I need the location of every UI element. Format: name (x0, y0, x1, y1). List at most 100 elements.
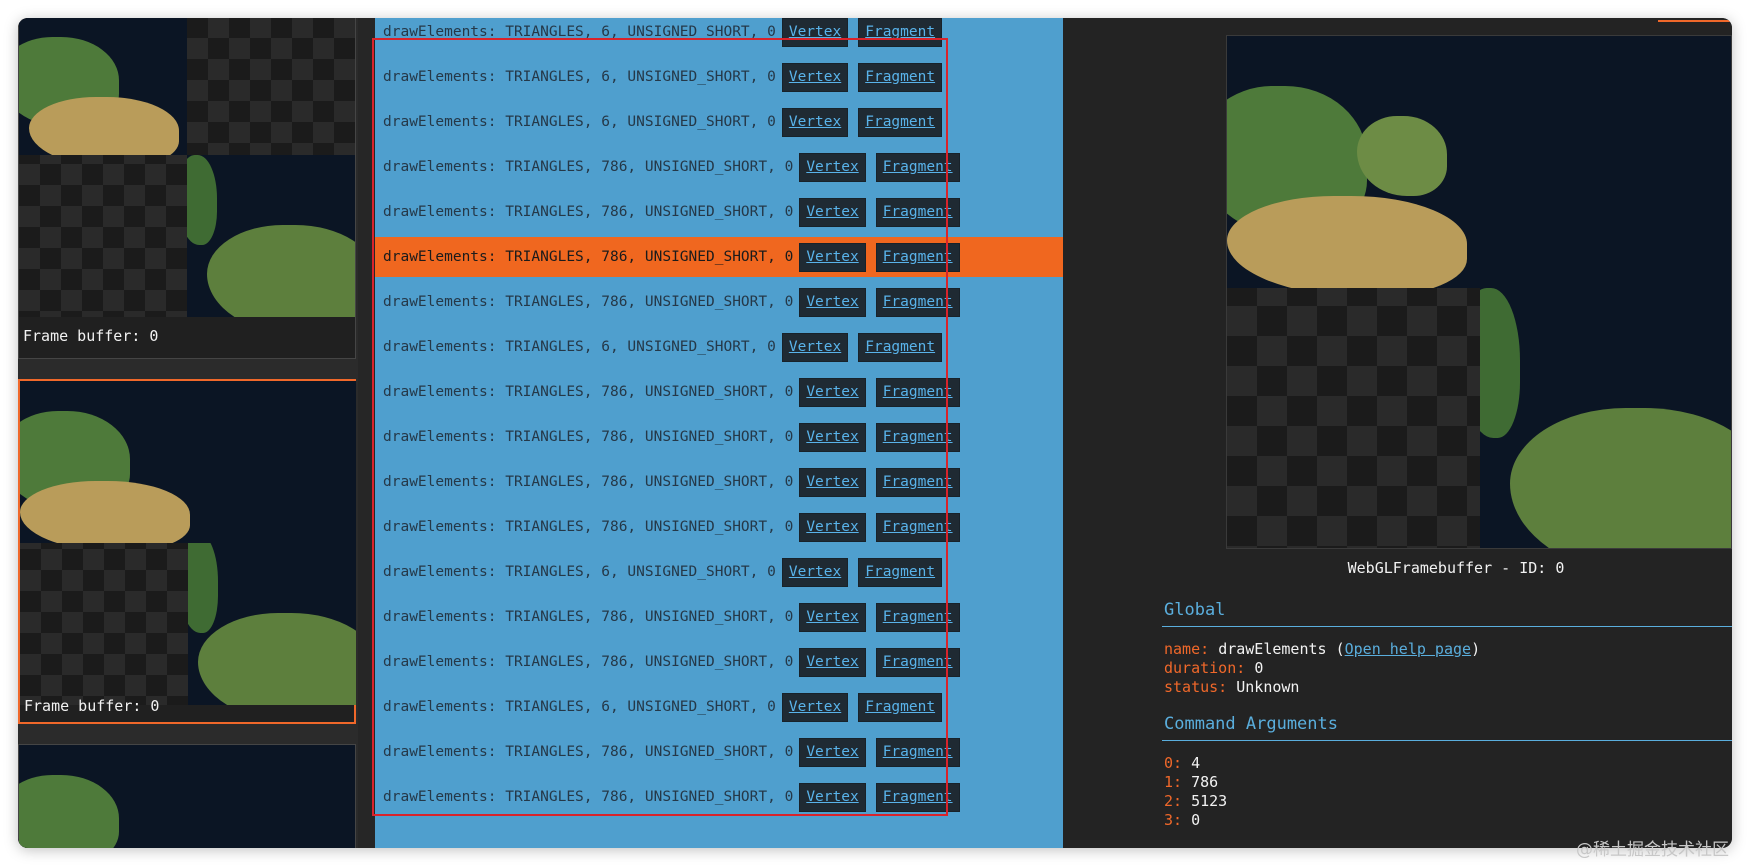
watermark: @稀土掘金技术社区 (1576, 840, 1729, 860)
command-text: drawElements: TRIANGLES, 786, UNSIGNED_S… (383, 609, 794, 625)
vertex-shader-link[interactable]: Vertex (799, 512, 866, 542)
command-text: drawElements: TRIANGLES, 786, UNSIGNED_S… (383, 294, 794, 310)
frame-card[interactable] (18, 744, 356, 848)
command-text: drawElements: TRIANGLES, 786, UNSIGNED_S… (383, 429, 794, 445)
fragment-shader-link[interactable]: Fragment (875, 647, 960, 677)
argument-row: 1: 786 (1164, 773, 1219, 791)
fragment-shader-link[interactable]: Fragment (858, 557, 943, 587)
command-row[interactable]: drawElements: TRIANGLES, 786, UNSIGNED_S… (375, 732, 1063, 772)
command-row[interactable]: drawElements: TRIANGLES, 6, UNSIGNED_SHO… (375, 552, 1063, 592)
arguments-section-title: Command Arguments (1164, 714, 1338, 734)
help-link[interactable]: Open help page (1345, 640, 1471, 658)
name-value: drawElements (1218, 640, 1327, 658)
frame-list-panel[interactable]: Frame buffer: 0 Frame buffer: 0 (18, 18, 358, 848)
frame-card[interactable]: Frame buffer: 0 (18, 18, 356, 359)
panel-accent-line (1658, 20, 1730, 22)
framebuffer-preview (1226, 35, 1732, 549)
vertex-shader-link[interactable]: Vertex (781, 557, 849, 587)
fragment-shader-link[interactable]: Fragment (858, 18, 943, 47)
command-row[interactable]: drawElements: TRIANGLES, 786, UNSIGNED_S… (375, 192, 1063, 232)
fragment-shader-link[interactable]: Fragment (858, 62, 943, 92)
command-text: drawElements: TRIANGLES, 786, UNSIGNED_S… (383, 249, 794, 265)
fragment-shader-link[interactable]: Fragment (875, 467, 960, 497)
frame-thumbnail (19, 18, 355, 317)
vertex-shader-link[interactable]: Vertex (799, 647, 866, 677)
argument-row: 0: 4 (1164, 754, 1201, 772)
name-key: name: (1164, 640, 1210, 658)
fragment-shader-link[interactable]: Fragment (875, 782, 960, 812)
argument-row: 2: 5123 (1164, 792, 1228, 810)
vertex-shader-link[interactable]: Vertex (781, 62, 849, 92)
command-row-selected[interactable]: drawElements: TRIANGLES, 786, UNSIGNED_S… (375, 237, 1063, 277)
vertex-shader-link[interactable]: Vertex (799, 287, 866, 317)
command-text: drawElements: TRIANGLES, 786, UNSIGNED_S… (383, 789, 794, 805)
command-row[interactable]: drawElements: TRIANGLES, 786, UNSIGNED_S… (375, 147, 1063, 187)
frame-label: Frame buffer: 0 (23, 327, 159, 345)
status-key: status: (1164, 678, 1228, 696)
command-row[interactable]: drawElements: TRIANGLES, 6, UNSIGNED_SHO… (375, 57, 1063, 97)
vertex-shader-link[interactable]: Vertex (799, 197, 866, 227)
section-divider (1162, 626, 1732, 627)
vertex-shader-link[interactable]: Vertex (781, 332, 849, 362)
frame-thumbnail (19, 745, 355, 848)
fragment-shader-link[interactable]: Fragment (875, 512, 960, 542)
command-text: drawElements: TRIANGLES, 6, UNSIGNED_SHO… (383, 114, 776, 130)
fragment-shader-link[interactable]: Fragment (875, 152, 960, 182)
command-text: drawElements: TRIANGLES, 786, UNSIGNED_S… (383, 519, 794, 535)
global-section-title: Global (1164, 600, 1226, 620)
vertex-shader-link[interactable]: Vertex (799, 467, 866, 497)
frame-card-selected[interactable]: Frame buffer: 0 (18, 379, 356, 724)
argument-row: 3: 0 (1164, 811, 1201, 829)
global-duration-row: duration: 0 (1164, 659, 1263, 677)
command-text: drawElements: TRIANGLES, 786, UNSIGNED_S… (383, 474, 794, 490)
frame-label: Frame buffer: 0 (24, 697, 160, 715)
command-row[interactable]: drawElements: TRIANGLES, 6, UNSIGNED_SHO… (375, 327, 1063, 367)
fragment-shader-link[interactable]: Fragment (858, 692, 943, 722)
command-row[interactable]: drawElements: TRIANGLES, 786, UNSIGNED_S… (375, 642, 1063, 682)
command-row[interactable]: drawElements: TRIANGLES, 786, UNSIGNED_S… (375, 507, 1063, 547)
command-text: drawElements: TRIANGLES, 6, UNSIGNED_SHO… (383, 339, 776, 355)
vertex-shader-link[interactable]: Vertex (781, 692, 849, 722)
command-row[interactable]: drawElements: TRIANGLES, 786, UNSIGNED_S… (375, 417, 1063, 457)
fragment-shader-link[interactable]: Fragment (875, 377, 960, 407)
duration-value: 0 (1254, 659, 1264, 677)
command-text: drawElements: TRIANGLES, 786, UNSIGNED_S… (383, 204, 794, 220)
vertex-shader-link[interactable]: Vertex (799, 242, 866, 272)
fragment-shader-link[interactable]: Fragment (875, 602, 960, 632)
command-text: drawElements: TRIANGLES, 786, UNSIGNED_S… (383, 159, 794, 175)
fragment-shader-link[interactable]: Fragment (858, 107, 943, 137)
command-row[interactable]: drawElements: TRIANGLES, 6, UNSIGNED_SHO… (375, 687, 1063, 727)
fragment-shader-link[interactable]: Fragment (875, 737, 960, 767)
command-row[interactable]: drawElements: TRIANGLES, 6, UNSIGNED_SHO… (375, 102, 1063, 142)
command-row[interactable]: drawElements: TRIANGLES, 6, UNSIGNED_SHO… (375, 18, 1063, 52)
vertex-shader-link[interactable]: Vertex (799, 152, 866, 182)
vertex-shader-link[interactable]: Vertex (799, 377, 866, 407)
command-row[interactable]: drawElements: TRIANGLES, 786, UNSIGNED_S… (375, 462, 1063, 502)
command-text: drawElements: TRIANGLES, 6, UNSIGNED_SHO… (383, 69, 776, 85)
command-text: drawElements: TRIANGLES, 786, UNSIGNED_S… (383, 744, 794, 760)
vertex-shader-link[interactable]: Vertex (799, 782, 866, 812)
vertex-shader-link[interactable]: Vertex (799, 737, 866, 767)
global-status-row: status: Unknown (1164, 678, 1299, 696)
command-row[interactable]: drawElements: TRIANGLES, 786, UNSIGNED_S… (375, 372, 1063, 412)
vertex-shader-link[interactable]: Vertex (781, 107, 849, 137)
section-divider (1162, 740, 1732, 741)
command-row[interactable]: drawElements: TRIANGLES, 786, UNSIGNED_S… (375, 777, 1063, 817)
fragment-shader-link[interactable]: Fragment (858, 332, 943, 362)
command-text: drawElements: TRIANGLES, 6, UNSIGNED_SHO… (383, 699, 776, 715)
command-text: drawElements: TRIANGLES, 6, UNSIGNED_SHO… (383, 24, 776, 40)
fragment-shader-link[interactable]: Fragment (875, 197, 960, 227)
vertex-shader-link[interactable]: Vertex (799, 602, 866, 632)
command-row[interactable]: drawElements: TRIANGLES, 786, UNSIGNED_S… (375, 282, 1063, 322)
fragment-shader-link[interactable]: Fragment (875, 287, 960, 317)
fragment-shader-link[interactable]: Fragment (875, 422, 960, 452)
command-text: drawElements: TRIANGLES, 786, UNSIGNED_S… (383, 654, 794, 670)
command-list[interactable]: drawElements: TRIANGLES, 6, UNSIGNED_SHO… (375, 18, 1063, 848)
vertex-shader-link[interactable]: Vertex (781, 18, 849, 47)
command-text: drawElements: TRIANGLES, 6, UNSIGNED_SHO… (383, 564, 776, 580)
global-name-row: name: drawElements (Open help page) (1164, 640, 1481, 658)
status-value: Unknown (1236, 678, 1300, 696)
fragment-shader-link[interactable]: Fragment (875, 242, 960, 272)
command-row[interactable]: drawElements: TRIANGLES, 786, UNSIGNED_S… (375, 597, 1063, 637)
vertex-shader-link[interactable]: Vertex (799, 422, 866, 452)
